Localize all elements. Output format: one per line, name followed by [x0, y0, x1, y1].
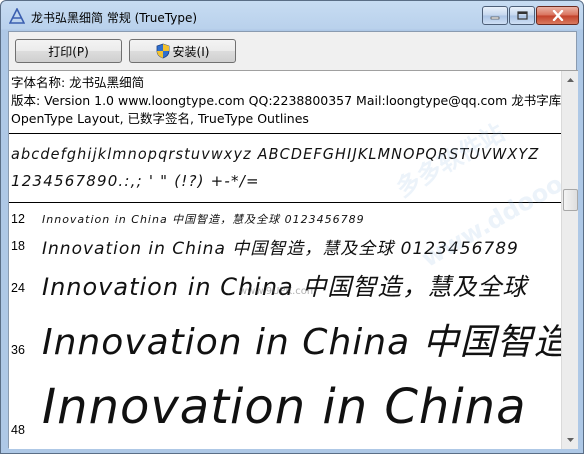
close-icon — [552, 10, 563, 21]
scroll-up-arrow-icon — [567, 78, 574, 82]
sample-size-label: 48 — [11, 423, 25, 437]
print-button-label: 打印(P) — [48, 44, 89, 59]
font-features-line: OpenType Layout, 已数字签名, TrueType Outline… — [11, 111, 309, 126]
charset-digits-symbols: 1234567890.:,; ' " (!?) +-*/= — [11, 172, 260, 190]
scroll-thumb[interactable] — [563, 189, 578, 211]
sample-text: Innovation in China 中国智造，慧及全球 — [42, 273, 528, 301]
font-version-line: 版本: Version 1.0 www.loongtype.com QQ:223… — [11, 93, 561, 108]
uac-shield-icon — [156, 43, 169, 59]
charset-letters: abcdefghijklmnopqrstuvwxyz ABCDEFGHIJKLM… — [11, 145, 540, 163]
install-button[interactable]: 安装(I) — [129, 39, 236, 63]
client-area: 打印(P) 安装(I) 字体名称: 龙书弘黑细简 版本: Version 1.0… — [8, 31, 578, 449]
separator-line — [9, 133, 561, 134]
minimize-icon — [490, 16, 500, 19]
preview-content: 字体名称: 龙书弘黑细简 版本: Version 1.0 www.loongty… — [9, 71, 561, 449]
sample-size-label: 12 — [11, 212, 25, 226]
separator-line — [9, 202, 561, 203]
font-app-icon — [9, 8, 25, 24]
sample-text: Innovation in China — [42, 379, 527, 435]
print-button[interactable]: 打印(P) — [15, 39, 122, 63]
sample-text: Innovation in China 中国智造，慧及全球 0123456789 — [42, 213, 365, 226]
font-viewer-window: 龙书弘黑细简 常规 (TrueType) 打印(P) 安装(I) 字体名称: 龙… — [0, 0, 584, 454]
scroll-up-button[interactable] — [563, 72, 578, 88]
scroll-down-arrow-icon — [567, 438, 574, 442]
maximize-button[interactable] — [509, 6, 535, 25]
install-button-label: 安装(I) — [172, 44, 210, 59]
scroll-down-button[interactable] — [563, 432, 578, 448]
font-name-line: 字体名称: 龙书弘黑细简 — [11, 75, 145, 90]
sample-text: Innovation in China 中国智造 — [42, 322, 561, 363]
title-bar[interactable]: 龙书弘黑细简 常规 (TrueType) — [1, 1, 583, 31]
sample-size-label: 18 — [11, 239, 25, 253]
maximize-icon — [516, 11, 528, 20]
toolbar: 打印(P) 安装(I) — [9, 32, 576, 70]
sample-text: Innovation in China 中国智造，慧及全球 0123456789 — [42, 239, 519, 259]
font-info: 字体名称: 龙书弘黑细简 版本: Version 1.0 www.loongty… — [11, 74, 561, 128]
sample-size-label: 24 — [11, 281, 25, 295]
vertical-scrollbar[interactable] — [561, 71, 578, 449]
minimize-button[interactable] — [482, 6, 508, 25]
close-button[interactable] — [536, 6, 579, 25]
sample-size-label: 36 — [11, 343, 25, 357]
font-preview-panel[interactable]: 字体名称: 龙书弘黑细简 版本: Version 1.0 www.loongty… — [9, 70, 578, 449]
window-title: 龙书弘黑细简 常规 (TrueType) — [31, 11, 198, 25]
